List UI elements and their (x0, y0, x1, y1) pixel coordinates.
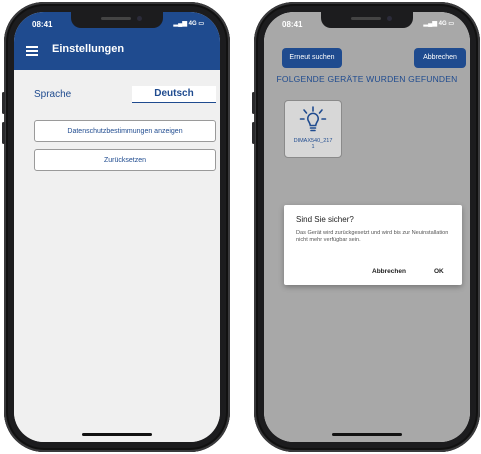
menu-icon[interactable] (26, 46, 38, 58)
notch (321, 12, 413, 28)
status-time: 08:41 (282, 20, 303, 29)
signal-icon: ▂▄▆ 4G ▭ (423, 21, 454, 27)
cancel-search-button[interactable]: Abbrechen (414, 48, 466, 68)
status-time: 08:41 (32, 20, 53, 29)
device-name-line2: 1 (311, 144, 315, 150)
confirm-dialog: Sind Sie sicher? Das Gerät wird zurückge… (284, 205, 462, 285)
reset-button[interactable]: Zurücksetzen (34, 149, 216, 171)
page-title: Einstellungen (52, 43, 125, 55)
lightbulb-icon (299, 106, 327, 132)
device-card[interactable]: DIMAX540_217 1 (284, 100, 342, 158)
device-name: DIMAX540_217 1 (285, 138, 341, 150)
dialog-cancel-button[interactable]: Abbrechen (372, 268, 406, 275)
network-label: 4G (188, 21, 197, 27)
phone-right: 08:41 ▂▄▆ 4G ▭ Erneut suchen Abbrechen F… (252, 2, 480, 452)
settings-body: Sprache Deutsch Datenschutzbestimmungen … (14, 70, 220, 442)
volume-button (2, 92, 5, 114)
search-screen: 08:41 ▂▄▆ 4G ▭ Erneut suchen Abbrechen F… (264, 12, 470, 442)
dialog-message: Das Gerät wird zurückgesetzt und wird bi… (296, 230, 449, 243)
volume-button (2, 122, 5, 144)
settings-screen: Einstellungen 08:41 ▂▄▆ 4G ▭ Sprache Deu… (14, 12, 220, 442)
language-row: Sprache Deutsch (34, 84, 218, 104)
language-label: Sprache (34, 89, 72, 100)
privacy-button[interactable]: Datenschutzbestimmungen anzeigen (34, 120, 216, 142)
dialog-title: Sind Sie sicher? (296, 215, 354, 224)
search-again-button[interactable]: Erneut suchen (282, 48, 342, 68)
network-label: 4G (438, 21, 447, 27)
volume-button (252, 122, 255, 144)
phone-left: Einstellungen 08:41 ▂▄▆ 4G ▭ Sprache Deu… (2, 2, 230, 452)
signal-icon: ▂▄▆ 4G ▭ (173, 21, 204, 27)
dialog-ok-button[interactable]: OK (434, 268, 444, 275)
home-indicator[interactable] (82, 433, 152, 436)
language-select[interactable]: Deutsch (132, 86, 216, 103)
notch (71, 12, 163, 28)
volume-button (252, 92, 255, 114)
home-indicator[interactable] (332, 433, 402, 436)
found-devices-title: FOLGENDE GERÄTE WURDEN GEFUNDEN (276, 74, 458, 84)
